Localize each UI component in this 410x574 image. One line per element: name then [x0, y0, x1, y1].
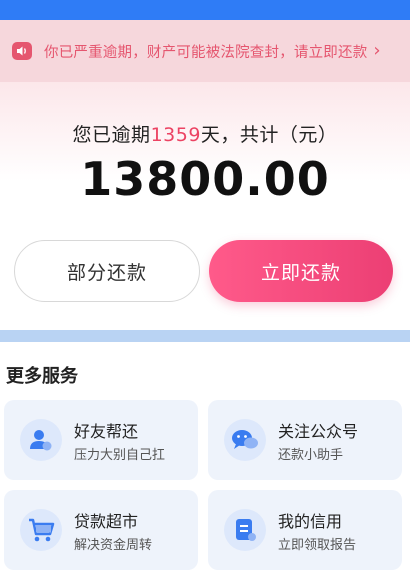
service-card-my-credit[interactable]: 我的信用 立即领取报告 — [208, 490, 402, 570]
more-services-section: 更多服务 好友帮还 压力大别自己扛 关注公众号 还款小助手 贷款超市 解决资金周… — [0, 342, 410, 574]
overdue-days-line: 您已逾期1359天，共计（元） — [0, 120, 410, 147]
service-subtitle: 还款小助手 — [278, 448, 344, 463]
total-amount: 13800.00 — [80, 152, 330, 206]
service-title: 好友帮还 — [74, 422, 139, 441]
services-title: 更多服务 — [6, 366, 78, 387]
repay-now-button[interactable]: 立即还款 — [209, 240, 393, 302]
service-card-follow-official-account[interactable]: 关注公众号 还款小助手 — [208, 400, 402, 480]
service-card-friend-help[interactable]: 好友帮还 压力大别自己扛 — [4, 400, 198, 480]
service-title: 我的信用 — [278, 512, 343, 531]
overdue-suffix: 天，共计（元） — [200, 124, 338, 146]
cart-icon — [20, 509, 62, 551]
overdue-summary: 您已逾期1359天，共计（元） 13800.00 部分还款 立即还款 — [0, 82, 410, 330]
service-card-loan-market[interactable]: 贷款超市 解决资金周转 — [4, 490, 198, 570]
speaker-icon — [10, 39, 34, 63]
overdue-days: 1359 — [150, 124, 201, 146]
chevron-right-icon: › — [373, 40, 381, 61]
wechat-icon — [224, 419, 266, 461]
service-subtitle: 解决资金周转 — [74, 538, 153, 553]
service-title: 贷款超市 — [74, 512, 139, 531]
overdue-prefix: 您已逾期 — [72, 124, 151, 146]
notice-text: 你已严重逾期，财产可能被法院查封，请立即还款 — [44, 44, 368, 61]
service-title: 关注公众号 — [278, 422, 359, 441]
service-subtitle: 立即领取报告 — [278, 538, 357, 553]
user-icon — [20, 419, 62, 461]
partial-repay-button[interactable]: 部分还款 — [14, 240, 200, 302]
top-status-strip — [0, 0, 410, 20]
service-subtitle: 压力大别自己扛 — [74, 448, 166, 463]
credit-report-icon — [224, 509, 266, 551]
overdue-notice-banner[interactable]: 你已严重逾期，财产可能被法院查封，请立即还款 › — [0, 20, 410, 82]
section-divider — [0, 330, 410, 342]
